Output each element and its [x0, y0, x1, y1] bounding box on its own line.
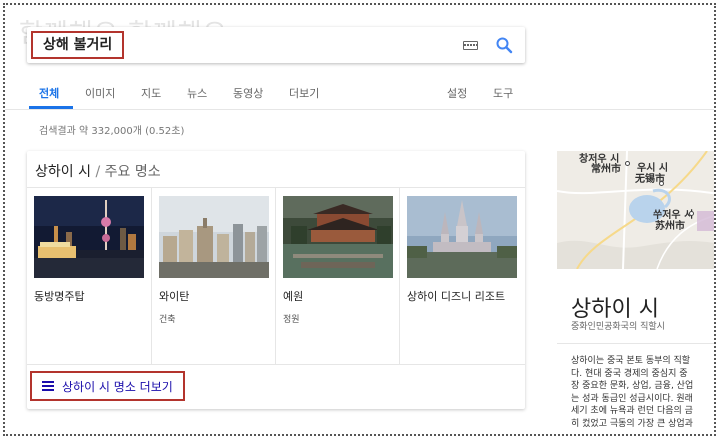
- map-marker: [659, 181, 664, 186]
- map-label-suzhou: 쑤저우 시: [653, 210, 694, 221]
- map-marker: [689, 211, 694, 216]
- search-box[interactable]: 상해 볼거리: [27, 27, 525, 63]
- tab-all[interactable]: 전체: [39, 85, 59, 101]
- kp-description-line: 는 성과 동급인 성급시이다. 원래: [571, 393, 693, 404]
- tab-news[interactable]: 뉴스: [187, 85, 207, 101]
- result-stats: 검색결과 약 332,000개 (0.52초): [39, 126, 185, 137]
- tab-maps[interactable]: 지도: [141, 85, 161, 101]
- place-name: 예원: [283, 290, 304, 303]
- tab-videos[interactable]: 동영상: [233, 85, 263, 101]
- screenshot-frame: 함께해요 함께해요 상해 볼거리 전체 이미지 지도 뉴스 동영상 더보기 설정…: [3, 3, 716, 436]
- more-attractions-label: 상하이 시 명소 더보기: [62, 379, 173, 394]
- disney-castle-image: [407, 196, 517, 278]
- list-icon: [42, 381, 54, 391]
- tabs-divider: [5, 109, 714, 110]
- kp-subtitle: 중화인민공화국의 직할시: [571, 322, 665, 332]
- map-label-wuxi: 우시 시: [637, 163, 669, 174]
- knowledge-panel: 창저우 시 常州市 우시 시 无锡市 쑤저우 시 苏州市 상하이 시 중화인민공…: [557, 151, 714, 434]
- attractions-card: 상하이 시 / 주요 명소 동방명주탑 와이탄 건축 예원 정원 상하이 디즈니…: [27, 151, 525, 409]
- kp-divider: [557, 343, 714, 344]
- kp-description: 상하이는 중국 본토 동부의 직할 다. 현대 중국 경제의 중심지 중 장 중…: [571, 355, 714, 430]
- region-map[interactable]: 창저우 시 常州市 우시 시 无锡市 쑤저우 시 苏州市: [557, 151, 714, 269]
- card-title-separator: /: [95, 164, 101, 180]
- place-item-yu-garden[interactable]: 예원 정원: [275, 188, 399, 364]
- place-item-oriental-pearl[interactable]: 동방명주탑: [27, 188, 151, 364]
- tab-images[interactable]: 이미지: [85, 85, 115, 101]
- kp-description-line: 다. 현대 중국 경제의 중심지 중: [571, 368, 688, 379]
- place-name: 상하이 디즈니 리조트: [407, 290, 506, 303]
- the-bund-image: [159, 196, 269, 278]
- oriental-pearl-tower-image: [34, 196, 144, 278]
- attractions-carousel: 동방명주탑 와이탄 건축 예원 정원 상하이 디즈니 리조트: [27, 188, 525, 364]
- tab-tools[interactable]: 도구: [493, 85, 513, 101]
- place-item-the-bund[interactable]: 와이탄 건축: [151, 188, 275, 364]
- search-input[interactable]: 상해 볼거리: [31, 31, 125, 59]
- tab-settings[interactable]: 설정: [447, 85, 467, 101]
- map-label-suzhou-cn: 苏州市: [655, 221, 685, 232]
- card-title[interactable]: 상하이 시 / 주요 명소: [35, 161, 161, 181]
- search-icon[interactable]: [495, 36, 513, 54]
- search-tabs: 전체 이미지 지도 뉴스 동영상 더보기 설정 도구: [27, 77, 714, 109]
- card-title-city: 상하이 시: [35, 164, 91, 180]
- place-type: 건축: [159, 315, 176, 325]
- place-type: 정원: [283, 315, 300, 325]
- place-name: 와이탄: [159, 290, 190, 303]
- more-attractions-button[interactable]: 상하이 시 명소 더보기: [30, 371, 185, 401]
- kp-description-line: 히 컸었고 극동의 가장 큰 상업과: [571, 418, 693, 429]
- place-name: 동방명주탑: [34, 290, 85, 303]
- keyboard-icon[interactable]: [463, 41, 478, 50]
- card-divider-bottom: [27, 364, 525, 365]
- place-item-shanghai-disney[interactable]: 상하이 디즈니 리조트: [399, 188, 523, 364]
- card-title-subtitle: 주요 명소: [104, 164, 161, 180]
- map-marker: [625, 161, 630, 166]
- yu-garden-image: [283, 196, 393, 278]
- tab-more[interactable]: 더보기: [289, 85, 319, 101]
- kp-description-line: 상하이는 중국 본토 동부의 직할: [571, 356, 691, 366]
- kp-description-line: 세기 초에 뉴욕과 런던 다음의 금: [571, 406, 693, 416]
- kp-description-line: 장 중요한 문화, 상업, 금융, 산업: [571, 381, 694, 391]
- map-label-changzhou-cn: 常州市: [591, 164, 621, 175]
